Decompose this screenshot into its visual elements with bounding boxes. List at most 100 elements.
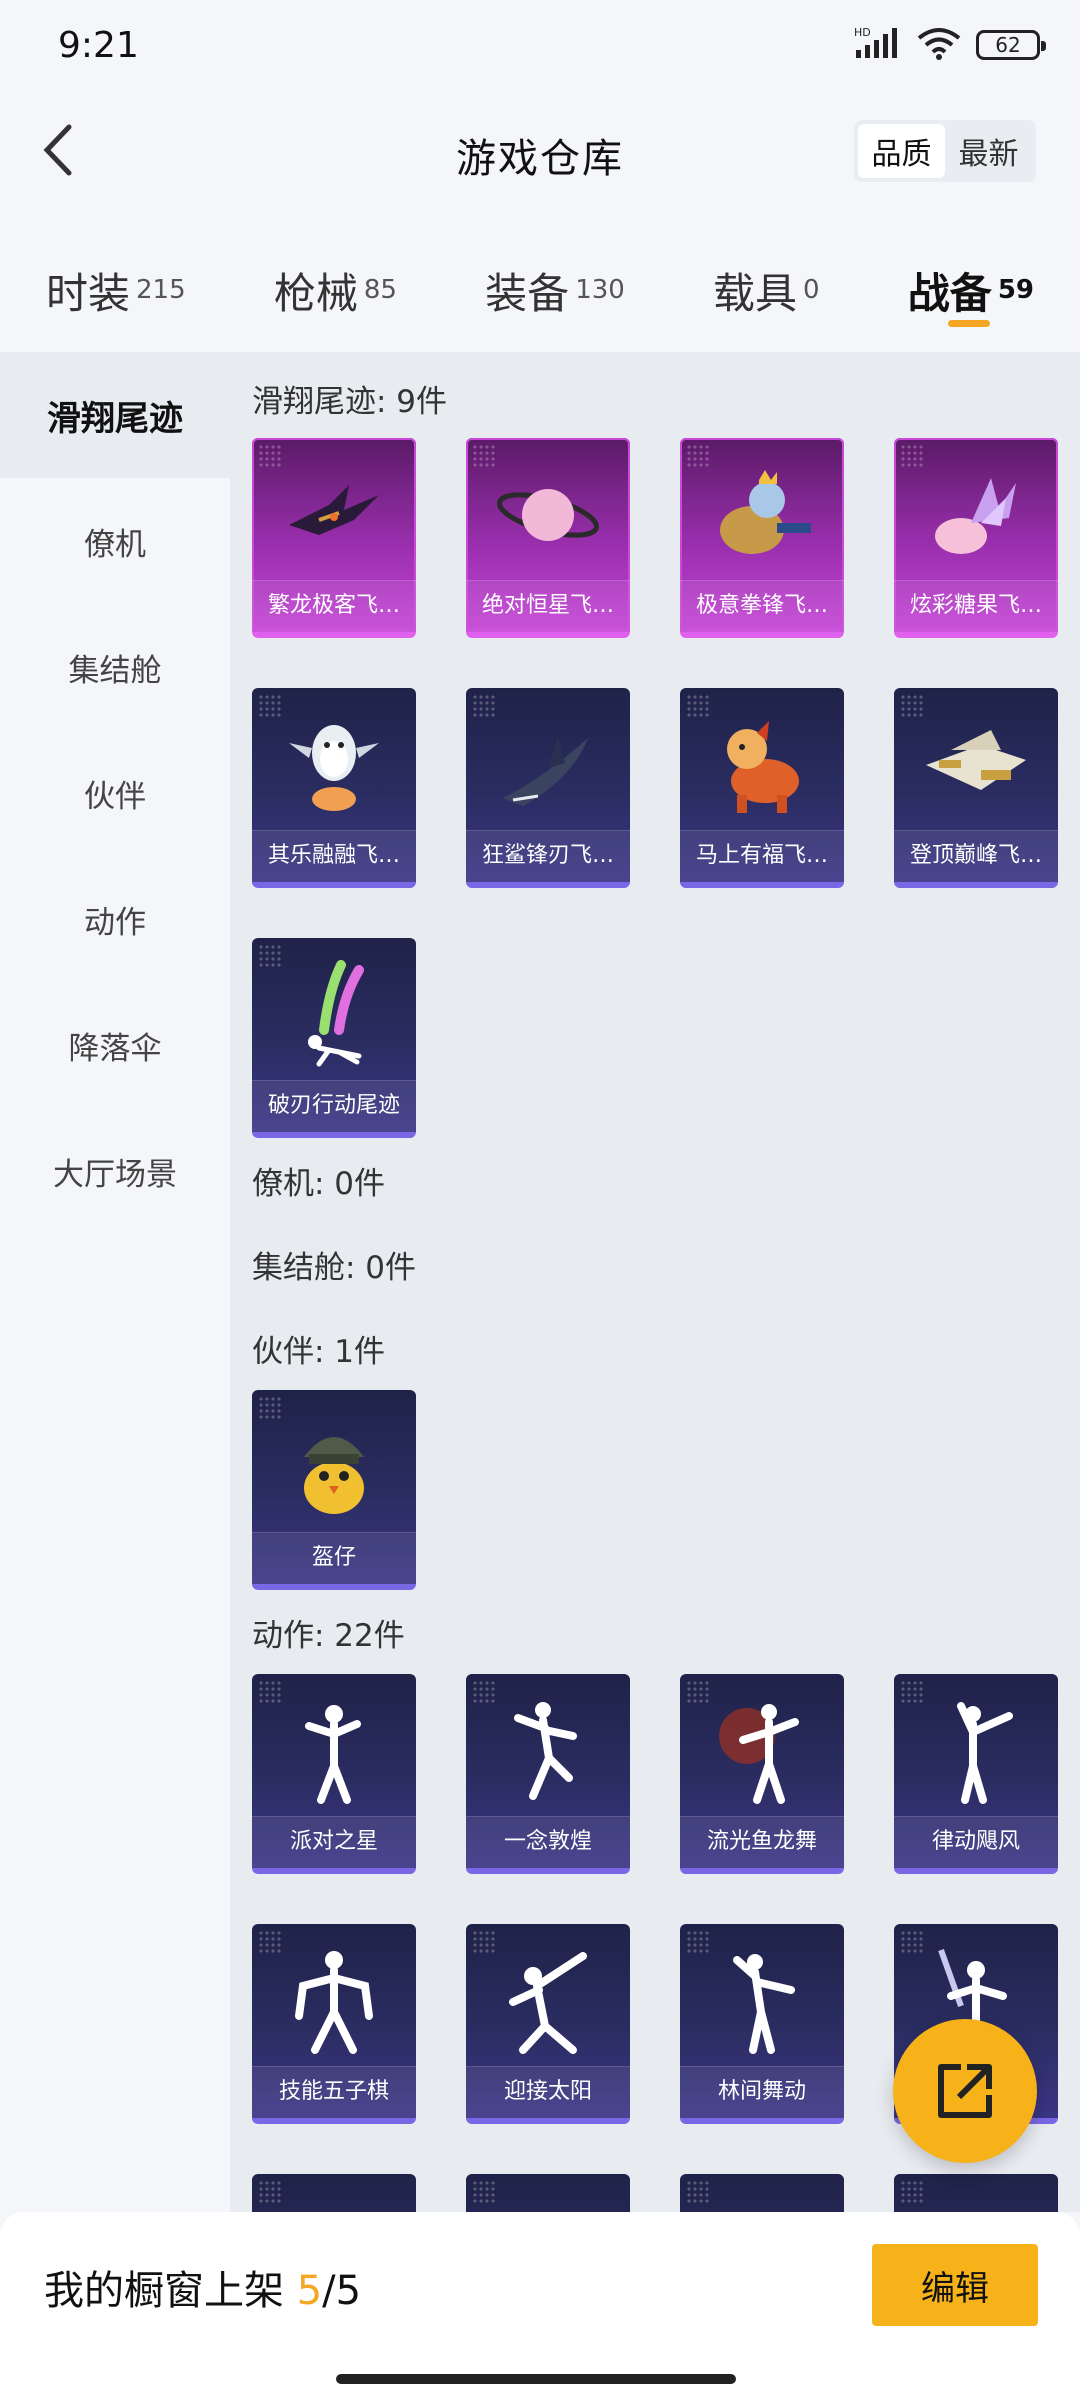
item-name: 律动飓风 xyxy=(894,1816,1058,1868)
item-card[interactable] xyxy=(252,2174,416,2212)
tab-count: 215 xyxy=(136,275,186,305)
item-card[interactable]: 律动飓风 xyxy=(894,1674,1058,1874)
status-icons: HD 62 xyxy=(854,26,1046,64)
item-card[interactable] xyxy=(894,2174,1058,2212)
item-card[interactable]: 繁龙极客飞… xyxy=(252,438,416,638)
item-name: 林间舞动 xyxy=(680,2066,844,2118)
tab-count: 85 xyxy=(363,275,397,305)
battery-indicator: 62 xyxy=(976,30,1046,60)
item-card[interactable]: 一念敦煌 xyxy=(466,1674,630,1874)
item-name: 一念敦煌 xyxy=(466,1816,630,1868)
item-card[interactable] xyxy=(466,2174,630,2212)
dancer-pose-icon xyxy=(274,1696,394,1806)
item-card[interactable] xyxy=(680,2174,844,2212)
item-name: 炫彩糖果飞… xyxy=(894,580,1058,632)
item-card[interactable]: 派对之星 xyxy=(252,1674,416,1874)
item-name: 派对之星 xyxy=(252,1816,416,1868)
side-item-partner[interactable]: 伙伴 xyxy=(0,730,230,856)
item-card[interactable]: 流光鱼龙舞 xyxy=(680,1674,844,1874)
side-item-capsule[interactable]: 集结舱 xyxy=(0,604,230,730)
item-card[interactable]: 盔仔 xyxy=(252,1390,416,1590)
item-card[interactable]: 马上有福飞… xyxy=(680,688,844,888)
item-name: 繁龙极客飞… xyxy=(252,580,416,632)
signal-icon: HD xyxy=(854,26,902,64)
dancer-pose-icon xyxy=(488,1696,608,1806)
tab-vehicles[interactable]: 载具 0 xyxy=(713,240,820,321)
shelf-total-count: /5 xyxy=(322,2268,362,2314)
section-title-capsule: 集结舱: 0件 xyxy=(252,1250,417,1286)
item-card[interactable]: 其乐融融飞… xyxy=(252,688,416,888)
tab-count: 0 xyxy=(803,275,820,305)
item-name: 破刃行动尾迹 xyxy=(252,1080,416,1132)
sort-quality-button[interactable]: 品质 xyxy=(858,124,945,178)
shelf-current-count: 5 xyxy=(296,2268,323,2314)
side-item-parachute[interactable]: 降落伞 xyxy=(0,982,230,1108)
item-name: 狂鲨锋刃飞… xyxy=(466,830,630,882)
tab-battle-gear[interactable]: 战备 59 xyxy=(907,240,1034,327)
status-time: 9:21 xyxy=(58,24,139,66)
tab-label: 战备 xyxy=(907,269,992,318)
item-card[interactable]: 破刃行动尾迹 xyxy=(252,938,416,1138)
item-card[interactable]: 迎接太阳 xyxy=(466,1924,630,2124)
tab-guns[interactable]: 枪械 85 xyxy=(274,240,397,321)
fist-glider-icon xyxy=(702,460,822,570)
item-card[interactable]: 林间舞动 xyxy=(680,1924,844,2124)
jet-glider-icon xyxy=(916,710,1036,820)
side-item-emote[interactable]: 动作 xyxy=(0,856,230,982)
dancer-pose-icon xyxy=(702,1696,822,1806)
item-name: 其乐融融飞… xyxy=(252,830,416,882)
shelf-label: 我的橱窗上架 xyxy=(44,2268,284,2314)
shark-glider-icon xyxy=(488,710,608,820)
item-name: 马上有福飞… xyxy=(680,830,844,882)
item-card[interactable]: 技能五子棋 xyxy=(252,1924,416,2124)
item-card[interactable]: 绝对恒星飞… xyxy=(466,438,630,638)
item-card[interactable]: 狂鲨锋刃飞… xyxy=(466,688,630,888)
share-icon xyxy=(938,2064,992,2118)
dragon-glider-icon xyxy=(274,460,394,570)
planet-glider-icon xyxy=(488,460,608,570)
sort-latest-button[interactable]: 最新 xyxy=(945,124,1032,178)
side-item-wingman[interactable]: 僚机 xyxy=(0,478,230,604)
candy-glider-icon xyxy=(916,460,1036,570)
item-name: 技能五子棋 xyxy=(252,2066,416,2118)
item-card[interactable]: 登顶巅峰飞… xyxy=(894,688,1058,888)
item-name: 登顶巅峰飞… xyxy=(894,830,1058,882)
active-tab-indicator xyxy=(947,320,990,327)
tab-label: 枪械 xyxy=(273,269,358,318)
section-title-wingman: 僚机: 0件 xyxy=(252,1166,386,1202)
penguin-glider-icon xyxy=(274,710,394,820)
chick-partner-icon xyxy=(274,1412,394,1522)
item-card[interactable]: 极意拳锋飞… xyxy=(680,438,844,638)
trail-figure-icon xyxy=(274,960,394,1070)
tab-label: 载具 xyxy=(713,269,798,318)
tab-label: 时装 xyxy=(46,269,131,318)
dancer-pose-icon xyxy=(702,1946,822,2056)
section-title-glide: 滑翔尾迹: 9件 xyxy=(252,384,448,420)
category-tabs: 时装 215 枪械 85 装备 130 载具 0 战备 59 xyxy=(0,240,1080,350)
bottom-bar: 我的橱窗上架 5/5 编辑 xyxy=(0,2212,1080,2400)
side-item-glide-trail[interactable]: 滑翔尾迹 xyxy=(0,352,230,478)
item-name: 绝对恒星飞… xyxy=(466,580,630,632)
section-title-emote: 动作: 22件 xyxy=(252,1618,405,1654)
sort-toggle: 品质 最新 xyxy=(854,120,1036,182)
side-nav: 滑翔尾迹 僚机 集结舱 伙伴 动作 降落伞 大厅场景 xyxy=(0,352,230,2212)
home-indicator[interactable] xyxy=(336,2374,736,2384)
item-card[interactable]: 炫彩糖果飞… xyxy=(894,438,1058,638)
horse-glider-icon xyxy=(702,710,822,820)
app-header: 游戏仓库 品质 最新 xyxy=(0,90,1080,210)
share-button[interactable] xyxy=(893,2019,1037,2163)
item-name: 迎接太阳 xyxy=(466,2066,630,2118)
tab-fashion[interactable]: 时装 215 xyxy=(46,240,186,321)
item-name: 盔仔 xyxy=(252,1532,416,1584)
tab-equipment[interactable]: 装备 130 xyxy=(485,240,625,321)
wifi-icon xyxy=(916,26,962,64)
dancer-pose-icon xyxy=(916,1696,1036,1806)
svg-text:HD: HD xyxy=(854,26,871,39)
side-item-lobby-scene[interactable]: 大厅场景 xyxy=(0,1108,230,1234)
item-content: 滑翔尾迹: 9件 繁龙极客飞… 绝对恒星飞… 极意拳锋飞… 炫彩糖果飞… 其乐融… xyxy=(230,352,1080,2212)
edit-button[interactable]: 编辑 xyxy=(872,2244,1038,2326)
item-name: 流光鱼龙舞 xyxy=(680,1816,844,1868)
shelf-status: 我的橱窗上架 5/5 xyxy=(44,2258,361,2316)
dancer-pose-icon xyxy=(274,1946,394,2056)
dancer-pose-icon xyxy=(488,1946,608,2056)
